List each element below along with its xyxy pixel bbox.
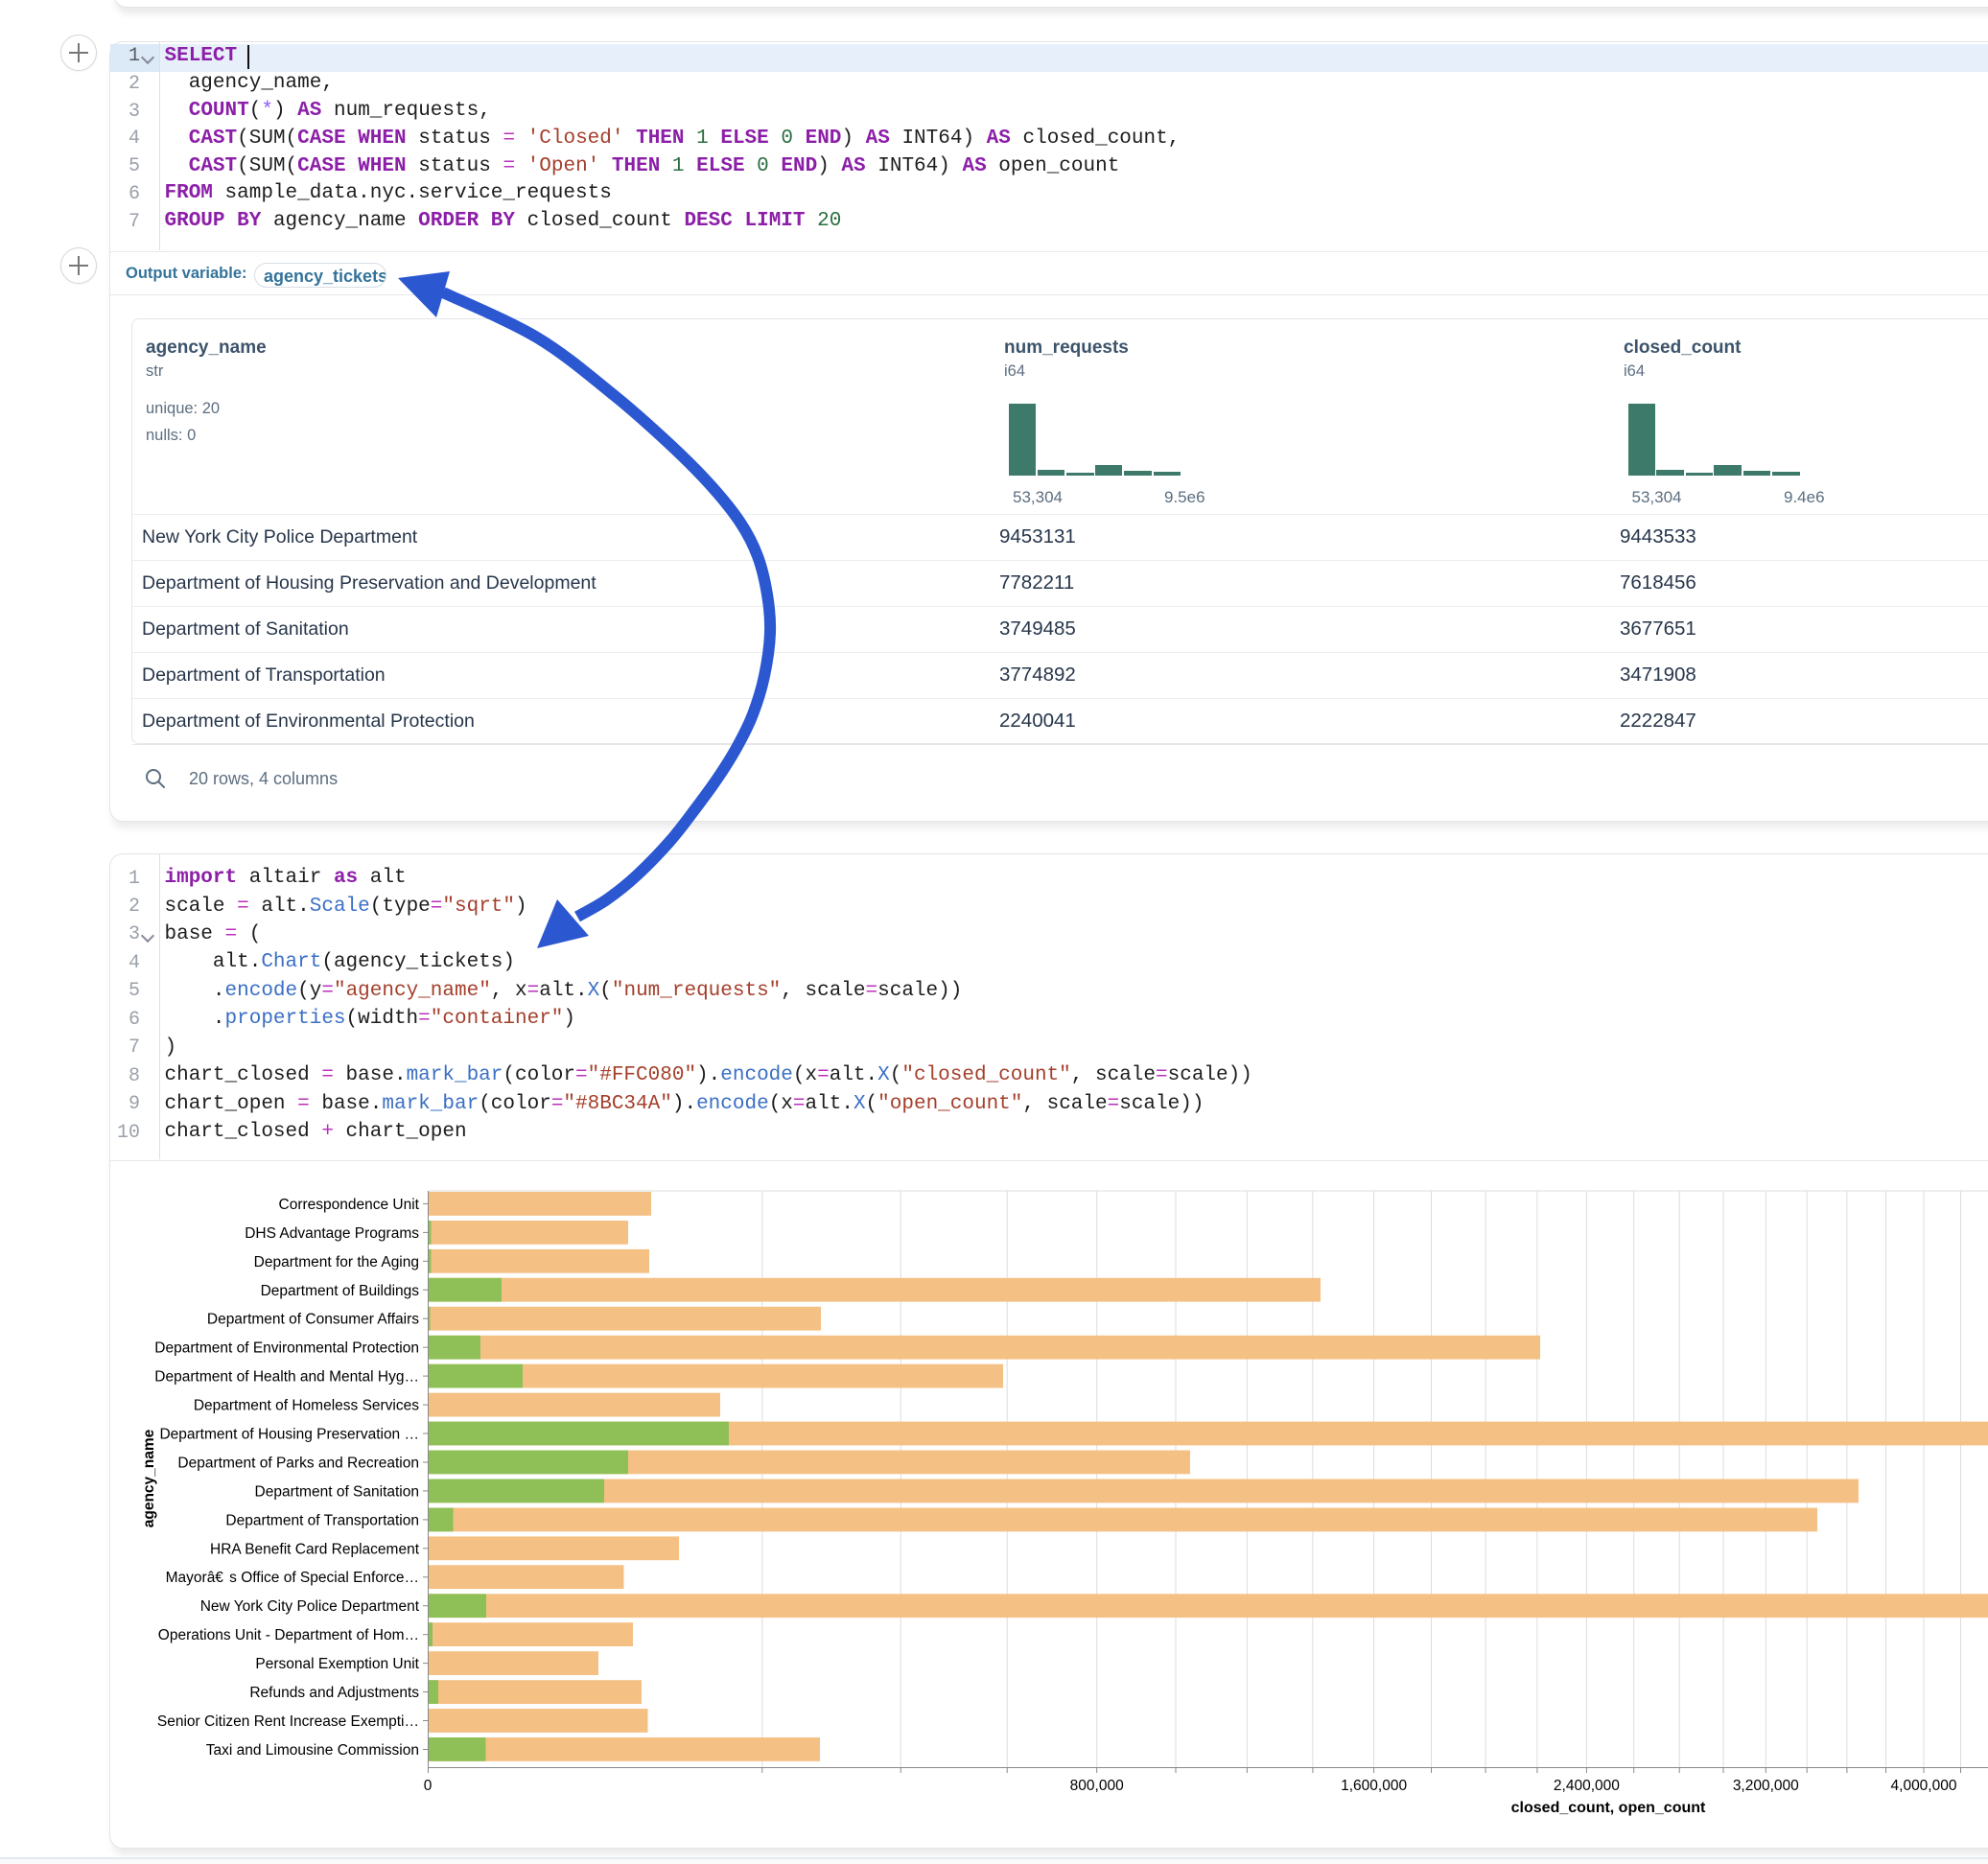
svg-text:New York City Police Departmen: New York City Police Department <box>200 1598 420 1615</box>
svg-text:Department of Housing Preserva: Department of Housing Preservation … <box>159 1427 419 1443</box>
svg-text:Operations Unit - Department o: Operations Unit - Department of Hom… <box>158 1627 419 1643</box>
svg-text:2,400,000: 2,400,000 <box>1554 1778 1620 1794</box>
svg-text:Department of Consumer Affairs: Department of Consumer Affairs <box>207 1312 419 1328</box>
svg-text:HRA Benefit Card Replacement: HRA Benefit Card Replacement <box>210 1541 420 1557</box>
svg-text:Correspondence Unit: Correspondence Unit <box>279 1197 420 1213</box>
svg-text:800,000: 800,000 <box>1070 1778 1124 1794</box>
svg-text:Taxi and Limousine Commission: Taxi and Limousine Commission <box>206 1742 419 1759</box>
svg-text:Department of Transportation: Department of Transportation <box>225 1512 419 1528</box>
svg-text:Department of Sanitation: Department of Sanitation <box>255 1483 419 1500</box>
svg-text:Department of Health and Menta: Department of Health and Mental Hyg… <box>154 1369 419 1386</box>
svg-text:agency_name: agency_name <box>141 1429 157 1527</box>
svg-text:Department for the Aging: Department for the Aging <box>254 1254 419 1270</box>
svg-text:Senior Citizen Rent Increase E: Senior Citizen Rent Increase Exempti… <box>157 1713 419 1730</box>
svg-text:1,600,000: 1,600,000 <box>1341 1778 1407 1794</box>
svg-text:DHS Advantage Programs: DHS Advantage Programs <box>245 1225 419 1242</box>
svg-text:Department of Parks and Recrea: Department of Parks and Recreation <box>177 1456 419 1472</box>
svg-text:Mayorâ€ s Office of Special E: Mayorâ€ s Office of Special Enforce… <box>166 1570 419 1586</box>
svg-text:0: 0 <box>424 1778 433 1794</box>
svg-text:Department of Homeless Service: Department of Homeless Services <box>194 1398 419 1414</box>
svg-text:Department of Environmental Pr: Department of Environmental Protection <box>154 1340 419 1357</box>
svg-text:closed_count, open_count: closed_count, open_count <box>1511 1800 1706 1816</box>
svg-text:4,000,000: 4,000,000 <box>1891 1778 1957 1794</box>
svg-text:Refunds and Adjustments: Refunds and Adjustments <box>249 1685 419 1701</box>
svg-text:Department of Buildings: Department of Buildings <box>261 1283 420 1299</box>
svg-text:Personal Exemption Unit: Personal Exemption Unit <box>255 1656 419 1672</box>
svg-text:3,200,000: 3,200,000 <box>1733 1778 1799 1794</box>
